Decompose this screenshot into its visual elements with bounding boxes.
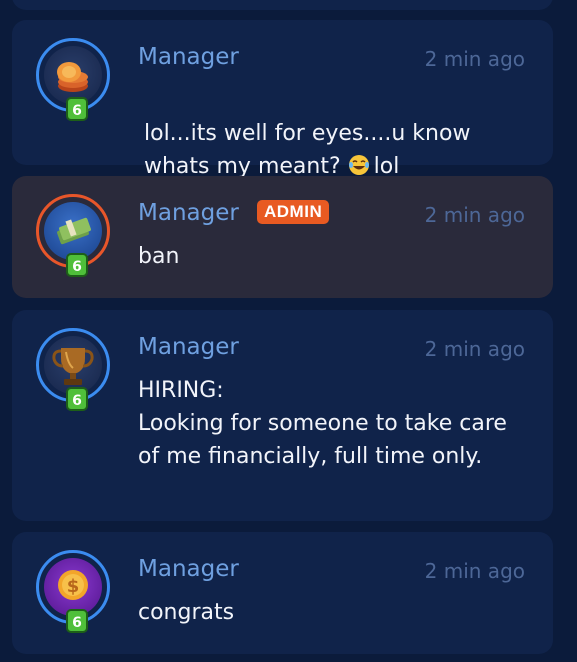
chat-feed: 6 Manager 2 min ago lol...its well for e… [0, 0, 577, 662]
message-card-admin[interactable]: 6 Manager ADMIN 2 min ago ban [12, 176, 553, 298]
admin-badge: ADMIN [257, 200, 330, 224]
avatar[interactable]: 6 [36, 328, 110, 411]
avatar[interactable]: $ 6 [36, 550, 110, 633]
message-card-partial [12, 0, 553, 10]
avatar[interactable]: 6 [36, 194, 110, 277]
level-badge: 6 [66, 253, 88, 277]
timestamp: 2 min ago [424, 337, 525, 361]
timestamp: 2 min ago [424, 559, 525, 583]
username[interactable]: Manager [138, 200, 239, 226]
message-text: ban [138, 244, 180, 269]
cash-bundle-icon [44, 202, 102, 260]
avatar[interactable]: 6 [36, 38, 110, 121]
level-badge: 6 [66, 387, 88, 411]
message-text: congrats [138, 600, 235, 625]
message-card[interactable]: 6 Manager 2 min ago lol...its well for e… [12, 20, 553, 179]
level-badge: 6 [66, 609, 88, 633]
message-text: HIRING: Looking for someone to take care… [138, 378, 507, 469]
trophy-icon [44, 336, 102, 394]
coin-stack-icon [44, 46, 102, 104]
timestamp: 2 min ago [424, 203, 525, 227]
message-card[interactable]: 6 Manager 2 min ago HIRING: Looking for … [12, 310, 553, 521]
username[interactable]: Manager [138, 334, 239, 360]
message-text-part: lol...its well for eyes....u know whats … [144, 121, 471, 179]
dollar-coin-icon: $ [44, 558, 102, 616]
message-text: lol...its well for eyes....u know whats … [144, 84, 523, 183]
level-badge: 6 [66, 97, 88, 121]
username[interactable]: Manager [138, 44, 239, 70]
tears-of-joy-emoji-icon [348, 155, 369, 175]
timestamp: 2 min ago [424, 47, 525, 71]
username[interactable]: Manager [138, 556, 239, 582]
svg-text:$: $ [67, 576, 80, 597]
message-card[interactable]: $ 6 Manager 2 min ago congrats [12, 532, 553, 654]
